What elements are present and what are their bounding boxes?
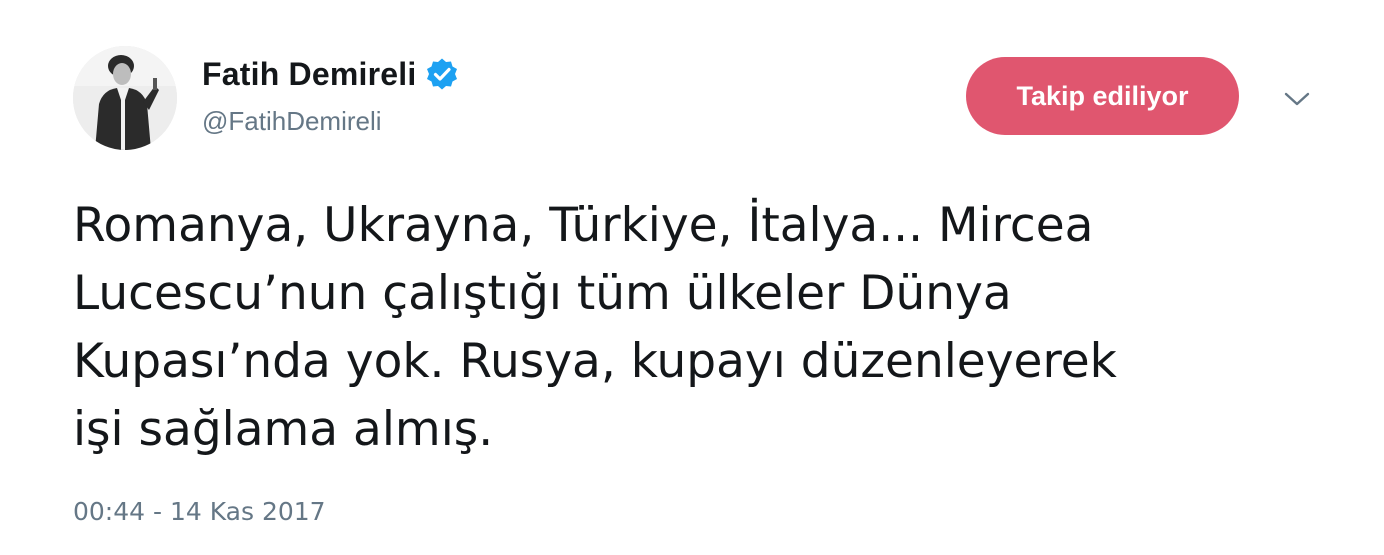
user-avatar[interactable] bbox=[73, 46, 177, 150]
tweet-text-line: işi sağlama almış. bbox=[73, 402, 494, 457]
following-button[interactable]: Takip ediliyor bbox=[966, 57, 1239, 135]
tweet-timestamp[interactable]: 00:44 - 14 Kas 2017 bbox=[73, 497, 326, 526]
tweet-text-line: Kupası’nda yok. Rusya, kupayı düzenleyer… bbox=[73, 334, 1117, 389]
tweet-card: Fatih Demireli @FatihDemireli Takip edil… bbox=[0, 0, 1384, 555]
avatar-photo bbox=[73, 46, 177, 150]
user-handle[interactable]: @FatihDemireli bbox=[202, 106, 382, 137]
verified-badge-icon bbox=[425, 57, 459, 91]
tweet-text: Romanya, Ukrayna, Türkiye, İtalya... Mir… bbox=[73, 192, 1313, 464]
tweet-text-line: Romanya, Ukrayna, Türkiye, İtalya... Mir… bbox=[73, 198, 1094, 253]
chevron-down-icon[interactable] bbox=[1282, 88, 1312, 110]
tweet-text-line: Lucescu’nun çalıştığı tüm ülkeler Dünya bbox=[73, 266, 1012, 321]
display-name[interactable]: Fatih Demireli bbox=[202, 56, 416, 93]
name-row: Fatih Demireli bbox=[202, 52, 459, 96]
